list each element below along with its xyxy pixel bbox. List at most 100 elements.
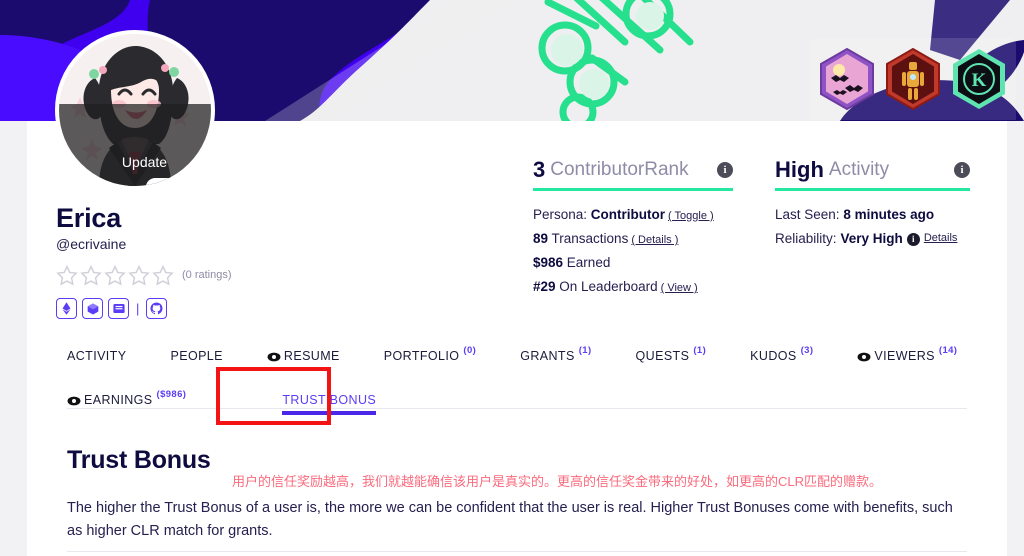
tab-kudos[interactable]: KUDOS (3) xyxy=(750,345,813,373)
last-seen-prefix: Last Seen: xyxy=(775,207,844,222)
package-button[interactable] xyxy=(82,298,103,320)
activity-label: Activity xyxy=(828,159,890,180)
eye-icon xyxy=(267,351,281,362)
tab-earnings[interactable]: EARNINGS ($986) xyxy=(67,389,186,417)
tab-active-indicator xyxy=(282,411,377,415)
rank-value: 3 xyxy=(533,157,546,182)
tabs-divider xyxy=(67,408,967,409)
persona-prefix: Persona: xyxy=(533,207,591,222)
earned-label: Earned xyxy=(563,255,611,271)
eth-address-button[interactable] xyxy=(56,298,77,320)
info-icon[interactable]: i xyxy=(954,162,970,178)
kudos-k-badge[interactable]: K xyxy=(951,48,1007,110)
svg-text:K: K xyxy=(972,70,987,91)
camera-icon xyxy=(103,159,203,186)
tab-portfolio[interactable]: PORTFOLIO (0) xyxy=(384,345,476,373)
tab-label: VIEWERS xyxy=(874,349,935,363)
tab-count: (14) xyxy=(938,345,958,356)
page-title: Erica xyxy=(56,203,122,233)
last-seen-value: 8 minutes ago xyxy=(843,207,935,222)
tab-quests[interactable]: QUESTS (1) xyxy=(636,345,707,373)
profile-page: K Update Erica @ecrivaine (0 ratings) | … xyxy=(0,0,1024,556)
persona-toggle-link[interactable]: ( Toggle ) xyxy=(668,210,714,222)
info-icon[interactable]: i xyxy=(906,232,920,246)
reliability-prefix: Reliability: xyxy=(775,231,837,247)
activity-card-lines: Last Seen: 8 minutes ago Reliability: Ve… xyxy=(775,203,970,251)
tab-label: GRANTS xyxy=(520,349,575,363)
transactions-count: 89 xyxy=(533,231,549,247)
inbox-icon xyxy=(112,303,125,314)
trust-bonus-section: Trust Bonus 用户的信任奖励越高，我们就越能确信该用户是真实的。更高的… xyxy=(67,446,967,544)
earned-amount: $986 xyxy=(533,255,564,271)
tab-label: PORTFOLIO xyxy=(383,349,460,363)
contributor-rank-card: 3 ContributorRank i Persona: Contributor… xyxy=(533,157,733,299)
leaderboard-line: #29 On Leaderboard( View ) xyxy=(533,275,733,299)
star-icon[interactable] xyxy=(128,264,150,286)
avatar[interactable]: Update xyxy=(55,30,215,190)
profile-tabs-row2: EARNINGS ($986) TRUST BONUS xyxy=(67,389,967,417)
tab-label: EARNINGS xyxy=(84,393,153,407)
persona-line: Persona: Contributor( Toggle ) xyxy=(533,203,733,227)
translation-note: 用户的信任奖励越高，我们就越能确信该用户是真实的。更高的信任奖金带来的好处，如更… xyxy=(232,474,883,489)
activity-card: High Activity i Last Seen: 8 minutes ago… xyxy=(775,157,970,251)
star-icon[interactable] xyxy=(104,264,126,286)
rating-row: (0 ratings) xyxy=(56,264,386,286)
rank-card-lines: Persona: Contributor( Toggle ) 89 Transa… xyxy=(533,203,733,299)
star-icon[interactable] xyxy=(152,264,174,286)
tab-grants[interactable]: GRANTS (1) xyxy=(520,345,591,373)
tab-label: TRUST BONUS xyxy=(282,393,377,407)
ethereum-icon xyxy=(62,302,71,316)
section-paragraph: The higher the Trust Bonus of a user is,… xyxy=(67,500,953,540)
transactions-details-link[interactable]: ( Details ) xyxy=(631,234,678,246)
transactions-line: 89 Transactions( Details ) xyxy=(533,227,733,251)
tab-label: KUDOS xyxy=(750,349,797,363)
user-handle: @ecrivaine xyxy=(56,236,127,253)
leaderboard-view-link[interactable]: ( View ) xyxy=(661,282,698,294)
avatar-update-overlay[interactable]: Update xyxy=(59,103,211,186)
rank-label: ContributorRank xyxy=(550,159,689,180)
tab-people[interactable]: PEOPLE xyxy=(170,345,222,373)
tab-trust-bonus[interactable]: TRUST BONUS xyxy=(282,389,377,417)
activity-card-header: High Activity i xyxy=(775,157,970,183)
github-icon xyxy=(150,302,163,315)
reliability-line: Reliability: Very High i Details xyxy=(775,227,970,251)
tab-count: (3) xyxy=(800,345,814,356)
github-button[interactable] xyxy=(146,298,168,320)
rank-card-header: 3 ContributorRank i xyxy=(533,157,733,183)
tab-resume[interactable]: RESUME xyxy=(267,345,340,373)
bottom-divider xyxy=(67,551,967,552)
eye-icon xyxy=(857,351,871,362)
eye-icon xyxy=(67,395,81,406)
social-separator: | xyxy=(136,301,140,317)
tab-viewers[interactable]: VIEWERS (14) xyxy=(857,345,957,373)
ratings-count: (0 ratings) xyxy=(182,269,232,282)
tab-count: (1) xyxy=(693,345,707,356)
star-icon[interactable] xyxy=(80,264,102,286)
tab-label: ACTIVITY xyxy=(67,349,127,363)
tab-label: RESUME xyxy=(283,349,340,363)
profile-tabs: ACTIVITY PEOPLE RESUME PORTFOLIO (0) GRA… xyxy=(67,345,967,417)
tab-count: (0) xyxy=(463,345,477,356)
ironman-badge[interactable] xyxy=(885,48,941,110)
star-icon[interactable] xyxy=(56,264,78,286)
social-links-row: | xyxy=(56,298,386,320)
info-icon[interactable]: i xyxy=(717,162,733,178)
tab-count: (1) xyxy=(578,345,592,356)
bats-badge[interactable] xyxy=(819,48,875,110)
last-seen-line: Last Seen: 8 minutes ago xyxy=(775,203,970,227)
identity-block: Erica @ecrivaine (0 ratings) | xyxy=(56,203,386,320)
reliability-details-link[interactable]: Details xyxy=(924,229,958,249)
rank-underline xyxy=(533,188,733,191)
activity-value: High xyxy=(775,157,824,182)
tab-activity[interactable]: ACTIVITY xyxy=(67,345,126,373)
transactions-label: Transactions xyxy=(548,231,629,247)
activity-underline xyxy=(775,188,970,191)
tab-label: PEOPLE xyxy=(170,349,223,363)
tab-count: ($986) xyxy=(156,389,187,400)
inbox-button[interactable] xyxy=(108,298,129,320)
earned-line: $986 Earned xyxy=(533,251,733,275)
reliability-value: Very High xyxy=(840,231,903,247)
tab-label: QUESTS xyxy=(635,349,690,363)
cube-icon xyxy=(87,303,99,315)
badge-shelf: K xyxy=(810,38,1016,120)
